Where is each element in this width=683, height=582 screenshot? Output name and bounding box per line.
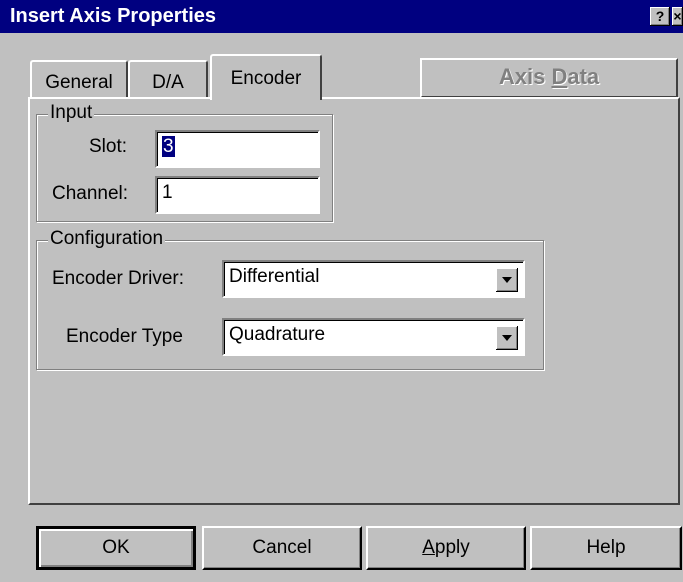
window-title: Insert Axis Properties — [10, 5, 217, 27]
close-icon[interactable]: × — [672, 7, 683, 26]
encoder-driver-select[interactable]: Differential — [222, 260, 525, 298]
axis-data-label-pre: Axis — [498, 64, 552, 89]
encoder-driver-label: Encoder Driver: — [52, 268, 184, 289]
tab-encoder-label: Encoder — [230, 68, 302, 89]
chevron-down-icon[interactable] — [496, 326, 518, 350]
ok-button[interactable]: OK — [36, 526, 196, 570]
channel-input[interactable]: 1 — [155, 176, 320, 214]
cancel-button[interactable]: Cancel — [202, 526, 362, 570]
chevron-down-icon[interactable] — [496, 268, 518, 292]
axis-data-button[interactable]: Axis Data — [420, 58, 678, 98]
help-icon[interactable]: ? — [650, 7, 670, 26]
axis-data-label-accel: D — [551, 64, 568, 89]
encoder-driver-value: Differential — [229, 266, 320, 287]
slot-input[interactable]: 3 — [155, 130, 320, 168]
encoder-type-select[interactable]: Quadrature — [222, 318, 525, 356]
input-group-label: Input — [48, 102, 95, 124]
tab-general[interactable]: General — [30, 60, 128, 98]
configuration-group-label: Configuration — [48, 228, 166, 250]
help-button[interactable]: Help — [530, 526, 682, 570]
channel-value: 1 — [162, 182, 173, 203]
axis-data-label-post: ata — [567, 64, 600, 89]
tab-general-label: General — [45, 72, 113, 93]
apply-label-accel: A — [422, 537, 435, 558]
encoder-type-label: Encoder Type — [66, 326, 183, 347]
channel-label: Channel: — [52, 183, 129, 204]
apply-button[interactable]: Apply — [366, 526, 526, 570]
tab-da[interactable]: D/A — [128, 60, 208, 98]
slot-value: 3 — [162, 136, 175, 157]
tab-da-label: D/A — [152, 72, 184, 93]
title-bar: Insert Axis Properties ? × — [0, 0, 683, 33]
tab-encoder[interactable]: Encoder — [210, 54, 322, 100]
slot-label: Slot: — [89, 136, 128, 157]
apply-label-rest: pply — [434, 537, 470, 558]
encoder-type-value: Quadrature — [229, 324, 326, 345]
